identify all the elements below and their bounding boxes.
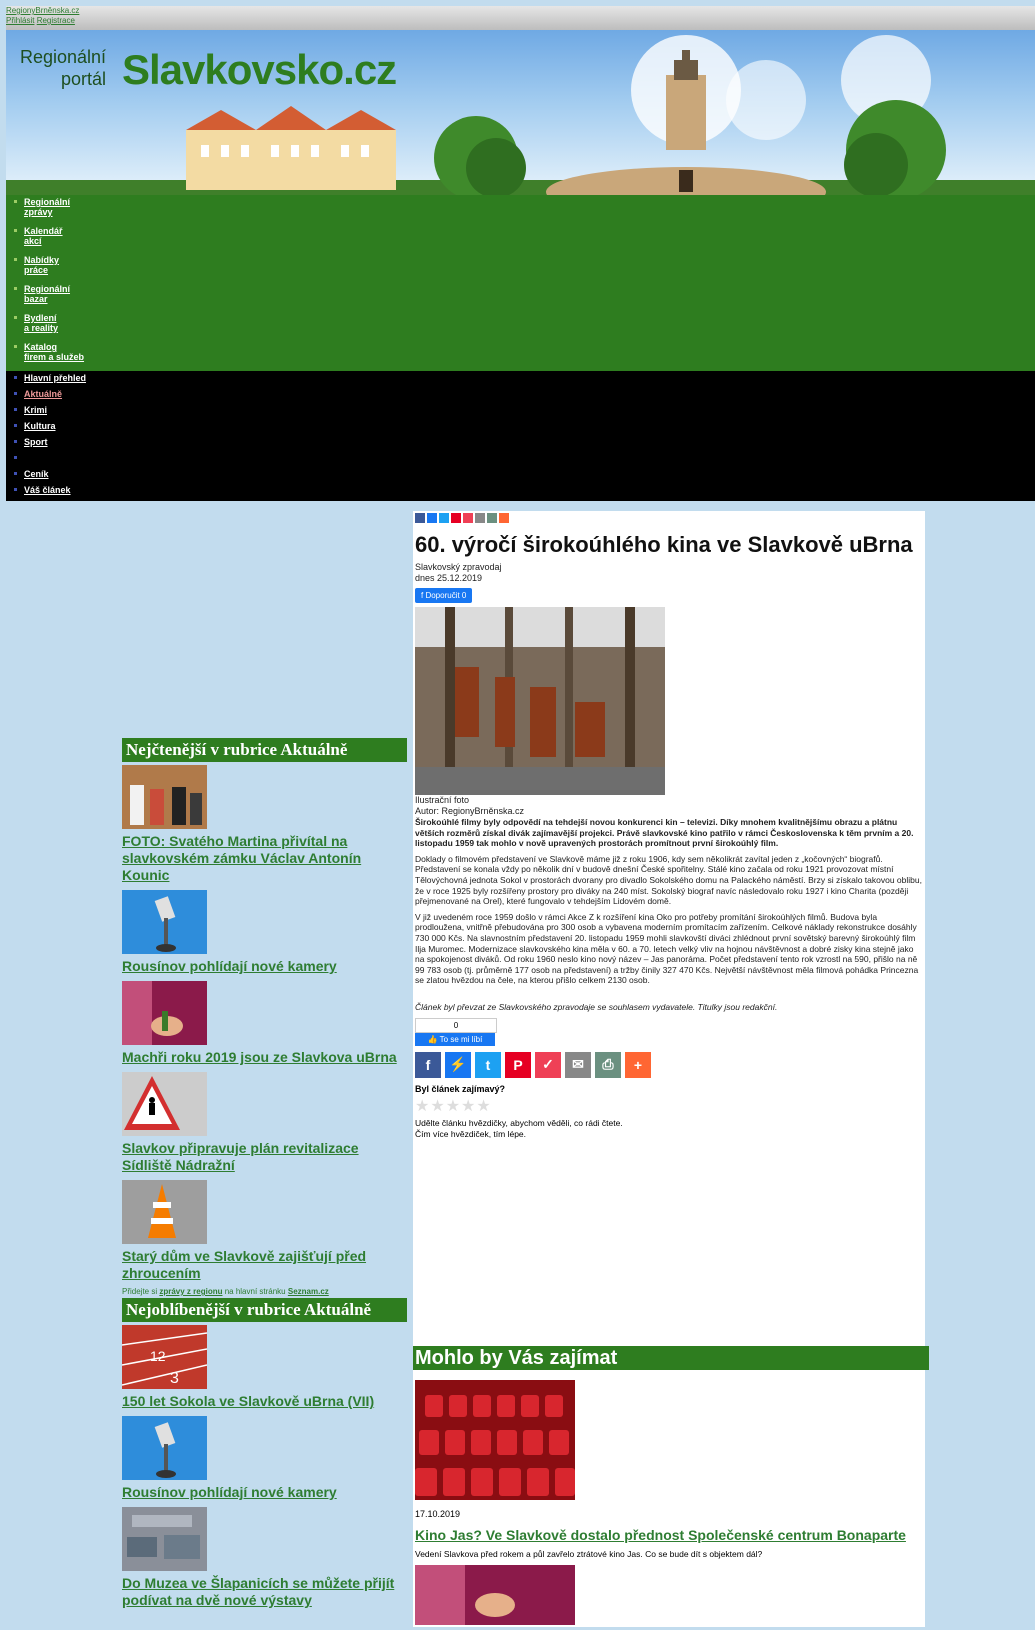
article-paragraph: Širokoúhlé filmy byly odpovědí na tehdej… <box>415 817 914 849</box>
article-source: Slavkovský zpravodaj <box>415 562 502 572</box>
article-date: dnes 25.12.2019 <box>415 573 483 583</box>
related-list: 17.10.2019 Kino Jas? Ve Slavkově dostalo… <box>415 1380 923 1630</box>
pocket-icon[interactable] <box>463 513 473 523</box>
facebook-recommend-button[interactable]: f Doporučit 0 <box>415 588 473 603</box>
like-button[interactable]: 👍 To se mi líbí <box>415 1032 495 1046</box>
thumbnail-image[interactable] <box>415 1565 575 1625</box>
login-link[interactable]: Přihlásit <box>6 16 34 25</box>
regional-nav-item[interactable]: Nabídky práce <box>14 255 94 275</box>
regional-nav-item[interactable]: Katalog firem a služeb <box>14 342 94 362</box>
facebook-icon[interactable] <box>415 513 425 523</box>
article-link[interactable]: Slavkov připravuje plán revitalizace Síd… <box>122 1140 407 1174</box>
twitter-icon[interactable]: t <box>475 1051 501 1078</box>
rating-question: Byl článek zajímavý? <box>415 1083 506 1094</box>
email-icon[interactable]: ✉ <box>565 1051 591 1078</box>
article-link[interactable]: Do Muzea ve Šlapanicích se můžete přijít… <box>122 1575 407 1609</box>
svg-text:3: 3 <box>170 1370 179 1387</box>
section-nav-item-active[interactable]: Aktuálně <box>14 389 1035 399</box>
thumbnail-image[interactable] <box>122 765 207 829</box>
section-nav-item[interactable]: Sport <box>14 437 1035 447</box>
seznam-promo[interactable]: Přidejte si zprávy z regionu na hlavní s… <box>122 1287 407 1296</box>
article-body: Širokoúhlé filmy byly odpovědí na tehdej… <box>413 817 925 1013</box>
share-bar-small <box>413 511 925 525</box>
article-photo <box>415 607 665 795</box>
messenger-icon[interactable] <box>427 513 437 523</box>
regional-nav: Regionální zprávy Kalendář akcí Nabídky prá… <box>6 195 1035 371</box>
article-note: Článek byl převzat ze Slavkovského zprav… <box>415 1001 778 1012</box>
section-nav-item[interactable]: Ceník <box>14 469 1035 479</box>
thumbnail-image[interactable] <box>122 981 207 1045</box>
site-logo[interactable]: Slavkovsko.cz <box>122 46 397 94</box>
list-item: Rousínov pohlídají nové kamery <box>122 887 407 978</box>
svg-text:12: 12 <box>150 1348 166 1364</box>
section-nav-item[interactable]: Váš článek <box>14 485 1035 495</box>
section-nav: Hlavní přehled Aktuálně Krimi Kultura Sp… <box>6 371 1035 501</box>
thumbnail-image[interactable]: 123 <box>122 1325 207 1389</box>
print-icon[interactable]: ⎙ <box>595 1051 621 1078</box>
share-bar-large: f ⚡ t P ✓ ✉ ⎙ + <box>415 1051 923 1078</box>
list-item: Machři roku 2019 jsou ze Slavkova uBrna <box>122 978 407 1069</box>
related-article-link[interactable]: Kino Jas? Ve Slavkově dostalo přednost S… <box>415 1527 923 1544</box>
rating-hint: Čím více hvězdiček, tím lépe. <box>415 1128 527 1139</box>
more-share-icon[interactable] <box>499 513 509 523</box>
article-paragraph: Doklady o filmovém představení ve Slavko… <box>415 853 922 907</box>
top-links: RegionyBrněnska.cz Přihlásit Registrace <box>6 6 79 26</box>
related-description: Vedení Slavkova před rokem a půl zavřelo… <box>415 1549 763 1559</box>
article-link[interactable]: Rousínov pohlídají nové kamery <box>122 1484 407 1501</box>
photo-caption: Ilustrační foto <box>415 795 470 805</box>
regional-nav-item[interactable]: Kalendář akcí <box>14 226 94 246</box>
site-link[interactable]: RegionyBrněnska.cz <box>6 6 79 15</box>
article-link[interactable]: Starý dům ve Slavkově zajišťují před zhr… <box>122 1248 407 1282</box>
article-link[interactable]: 150 let Sokola ve Slavkově uBrna (VII) <box>122 1393 407 1410</box>
thumbnail-image[interactable] <box>122 890 207 954</box>
article-link[interactable]: Machři roku 2019 jsou ze Slavkova uBrna <box>122 1049 407 1066</box>
top-bar <box>6 6 1035 30</box>
thumbnail-image[interactable] <box>122 1180 207 1244</box>
thumbnail-image[interactable] <box>122 1507 207 1571</box>
list-item: Slavkov připravuje plán revitalizace Síd… <box>122 1069 407 1177</box>
regional-nav-item[interactable]: Regionální zprávy <box>14 197 94 217</box>
regional-nav-item[interactable]: Regionální bazar <box>14 284 94 304</box>
star-rating[interactable]: ★★★★★ <box>415 1096 923 1116</box>
facebook-icon[interactable]: f <box>415 1051 441 1078</box>
thumbs-up-icon: 👍 <box>427 1034 440 1044</box>
regional-nav-item[interactable]: Bydlení a reality <box>14 313 94 333</box>
related-date: 17.10.2019 <box>415 1509 461 1519</box>
related-heading: Mohlo by Vás zajímat <box>413 1346 929 1370</box>
list-item: Do Muzea ve Šlapanicích se můžete přijít… <box>122 1504 407 1612</box>
thumbnail-image[interactable] <box>415 1380 575 1500</box>
list-item: Rousínov pohlídají nové kamery <box>122 1413 407 1504</box>
most-liked-heading: Nejoblíbenější v rubrice Aktuálně <box>122 1298 407 1322</box>
thumbnail-image[interactable] <box>122 1416 207 1480</box>
twitter-icon[interactable] <box>439 513 449 523</box>
article-paragraph: V již uvedeném roce 1959 došlo v rámci A… <box>415 911 919 986</box>
pinterest-icon[interactable]: P <box>505 1051 531 1078</box>
article-link[interactable]: Rousínov pohlídají nové kamery <box>122 958 407 975</box>
email-icon[interactable] <box>475 513 485 523</box>
list-item: Starý dům ve Slavkově zajišťují před zhr… <box>122 1177 407 1285</box>
section-nav-item[interactable]: Krimi <box>14 405 1035 415</box>
print-icon[interactable] <box>487 513 497 523</box>
photo-author: Autor: RegionyBrněnska.cz <box>415 806 525 816</box>
site-header: Regionální portál Slavkovsko.cz <box>6 30 1035 195</box>
most-read-heading: Nejčtenější v rubrice Aktuálně <box>122 738 407 762</box>
more-share-icon[interactable]: + <box>625 1051 651 1078</box>
rating-hint: Udělte článku hvězdičky, abychom věděli,… <box>415 1117 623 1128</box>
logo-subtitle: Regionální portál <box>20 47 107 89</box>
section-nav-item <box>14 453 1035 463</box>
register-link[interactable]: Registrace <box>37 16 75 25</box>
article-title: 60. výročí širokoúhlého kina ve Slavkově… <box>415 532 913 557</box>
pocket-icon[interactable]: ✓ <box>535 1051 561 1078</box>
section-nav-item[interactable]: Kultura <box>14 421 1035 431</box>
pinterest-icon[interactable] <box>451 513 461 523</box>
article-link[interactable]: FOTO: Svatého Martina přivítal na slavko… <box>122 833 407 884</box>
article-main: 60. výročí širokoúhlého kina ve Slavkově… <box>413 511 929 1630</box>
list-item: 12 3 150 let Sokola ve Slavkově uBrna (VI… <box>122 1322 407 1413</box>
list-item: FOTO: Svatého Martina přivítal na slavko… <box>122 762 407 887</box>
thumbnail-image[interactable] <box>122 1072 207 1136</box>
messenger-icon[interactable]: ⚡ <box>445 1051 471 1078</box>
left-sidebar: Nejčtenější v rubrice Aktuálně FOTO: Sva… <box>122 738 407 1612</box>
like-counter: 0 <box>415 1017 497 1033</box>
section-nav-item[interactable]: Hlavní přehled <box>14 373 1035 383</box>
